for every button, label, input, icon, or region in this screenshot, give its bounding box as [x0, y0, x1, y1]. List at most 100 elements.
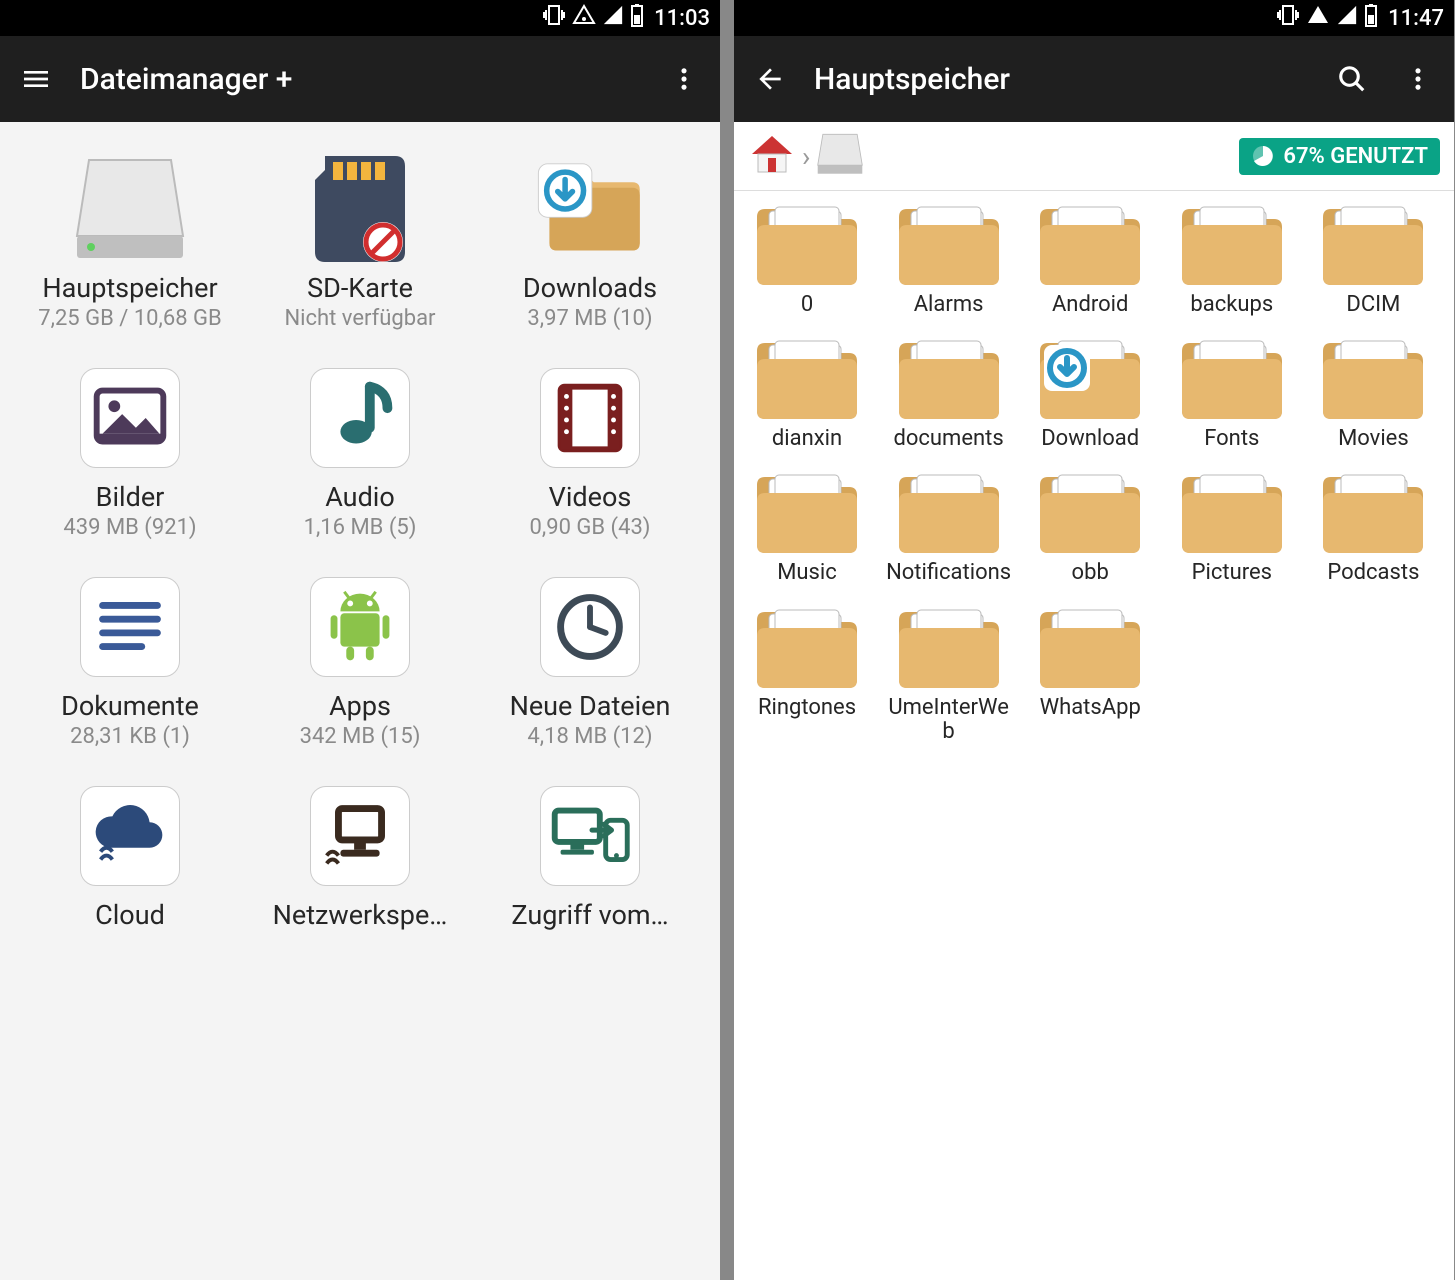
- category-label: Dokumente: [61, 690, 199, 722]
- folder-label: WhatsApp: [1040, 696, 1141, 720]
- folder-icon: [751, 602, 863, 694]
- category-remote[interactable]: Zugriff vom…: [480, 777, 700, 933]
- sdcard-icon: [301, 150, 419, 268]
- home-icon[interactable]: [748, 130, 796, 182]
- search-icon[interactable]: [1330, 57, 1374, 101]
- menu-icon[interactable]: [14, 57, 58, 101]
- folder-label: dianxin: [772, 427, 842, 451]
- category-sdcard[interactable]: SD-Karte Nicht verfügbar: [250, 150, 470, 331]
- category-label: Zugriff vom…: [511, 899, 668, 931]
- folder-icon: [1034, 199, 1146, 291]
- folder-item[interactable]: Movies: [1308, 333, 1438, 451]
- category-drive[interactable]: Hauptspeicher 7,25 GB / 10,68 GB: [20, 150, 240, 331]
- folder-icon: [1317, 467, 1429, 559]
- overflow-icon[interactable]: [1396, 57, 1440, 101]
- category-clock[interactable]: Neue Dateien 4,18 MB (12): [480, 568, 700, 749]
- category-doc[interactable]: Dokumente 28,31 KB (1): [20, 568, 240, 749]
- folder-icon: [1176, 199, 1288, 291]
- battery-icon: [630, 3, 644, 33]
- folder-icon: [1034, 602, 1146, 694]
- folder-label: backups: [1190, 293, 1273, 317]
- category-sub: 439 MB (921): [63, 515, 196, 540]
- folder-item[interactable]: WhatsApp: [1025, 602, 1155, 744]
- folder-item[interactable]: backups: [1167, 199, 1297, 317]
- folder-icon: [893, 199, 1005, 291]
- category-cloud[interactable]: Cloud: [20, 777, 240, 933]
- folder-item[interactable]: Alarms: [884, 199, 1014, 317]
- folder-label: Fonts: [1204, 427, 1259, 451]
- folder-grid: 0 Alarms Android backups DCIM: [734, 191, 1454, 1280]
- category-label: Netzwerkspe…: [273, 899, 448, 931]
- category-image[interactable]: Bilder 439 MB (921): [20, 359, 240, 540]
- folder-label: Notifications: [886, 561, 1011, 585]
- folder-item[interactable]: 0: [742, 199, 872, 317]
- folder-item[interactable]: Music: [742, 467, 872, 585]
- folder-label: Pictures: [1192, 561, 1272, 585]
- battery-icon: [1364, 3, 1378, 33]
- folder-label: Music: [777, 561, 837, 585]
- folder-item[interactable]: DCIM: [1308, 199, 1438, 317]
- folder-item[interactable]: Fonts: [1167, 333, 1297, 451]
- folder-icon: [751, 467, 863, 559]
- category-download-folder[interactable]: Downloads 3,97 MB (10): [480, 150, 700, 331]
- folder-label: Android: [1052, 293, 1128, 317]
- folder-item[interactable]: Ringtones: [742, 602, 872, 744]
- category-music[interactable]: Audio 1,16 MB (5): [250, 359, 470, 540]
- app-bar: Hauptspeicher: [734, 36, 1454, 122]
- folder-item[interactable]: UmeInterWeb: [884, 602, 1014, 744]
- folder-item[interactable]: obb: [1025, 467, 1155, 585]
- vibrate-icon: [1276, 3, 1300, 33]
- app-title: Dateimanager +: [80, 62, 640, 97]
- status-bar: 11:47: [734, 0, 1454, 36]
- folder-icon: [1034, 467, 1146, 559]
- category-label: SD-Karte: [307, 272, 413, 304]
- category-sub: 0,90 GB (43): [530, 515, 651, 540]
- folder-icon: [1176, 333, 1288, 425]
- cloud-icon: [71, 777, 189, 895]
- folder-item[interactable]: Pictures: [1167, 467, 1297, 585]
- category-label: Neue Dateien: [510, 690, 671, 722]
- drive-icon[interactable]: [816, 132, 864, 180]
- folder-item[interactable]: dianxin: [742, 333, 872, 451]
- download-folder-icon: [531, 150, 649, 268]
- phone-right: 11:47 Hauptspeicher › 67% GENUTZT: [734, 0, 1454, 1280]
- folder-label: Download: [1041, 427, 1139, 451]
- usage-badge[interactable]: 67% GENUTZT: [1239, 138, 1440, 175]
- category-label: Apps: [329, 690, 391, 722]
- back-icon[interactable]: [748, 57, 792, 101]
- category-grid: Hauptspeicher 7,25 GB / 10,68 GB SD-Kart…: [0, 122, 720, 961]
- signal-icon: [602, 4, 624, 32]
- folder-icon: [893, 467, 1005, 559]
- folder-label: DCIM: [1346, 293, 1400, 317]
- category-netstore[interactable]: Netzwerkspe…: [250, 777, 470, 933]
- category-sub: 4,18 MB (12): [527, 724, 652, 749]
- breadcrumb: › 67% GENUTZT: [734, 122, 1454, 191]
- folder-item[interactable]: Download: [1025, 333, 1155, 451]
- folder-icon: [751, 333, 863, 425]
- folder-item[interactable]: Notifications: [884, 467, 1014, 585]
- music-icon: [301, 359, 419, 477]
- folder-icon: [1317, 333, 1429, 425]
- folder-icon: [1176, 467, 1288, 559]
- status-time: 11:47: [1388, 6, 1444, 31]
- image-icon: [71, 359, 189, 477]
- category-video[interactable]: Videos 0,90 GB (43): [480, 359, 700, 540]
- folder-icon: [893, 602, 1005, 694]
- folder-label: Podcasts: [1327, 561, 1419, 585]
- folder-label: 0: [801, 293, 813, 317]
- remote-icon: [531, 777, 649, 895]
- wifi-icon: [1306, 3, 1330, 33]
- overflow-icon[interactable]: [662, 57, 706, 101]
- signal-icon: [1336, 4, 1358, 32]
- drive-icon: [71, 150, 189, 268]
- app-bar: Dateimanager +: [0, 36, 720, 122]
- folder-item[interactable]: Android: [1025, 199, 1155, 317]
- vibrate-icon: [542, 3, 566, 33]
- folder-item[interactable]: documents: [884, 333, 1014, 451]
- phone-left: 11:03 Dateimanager + Hauptspeicher 7,25 …: [0, 0, 720, 1280]
- category-android[interactable]: Apps 342 MB (15): [250, 568, 470, 749]
- folder-item[interactable]: Podcasts: [1308, 467, 1438, 585]
- netstore-icon: [301, 777, 419, 895]
- folder-icon: [893, 333, 1005, 425]
- category-label: Hauptspeicher: [42, 272, 217, 304]
